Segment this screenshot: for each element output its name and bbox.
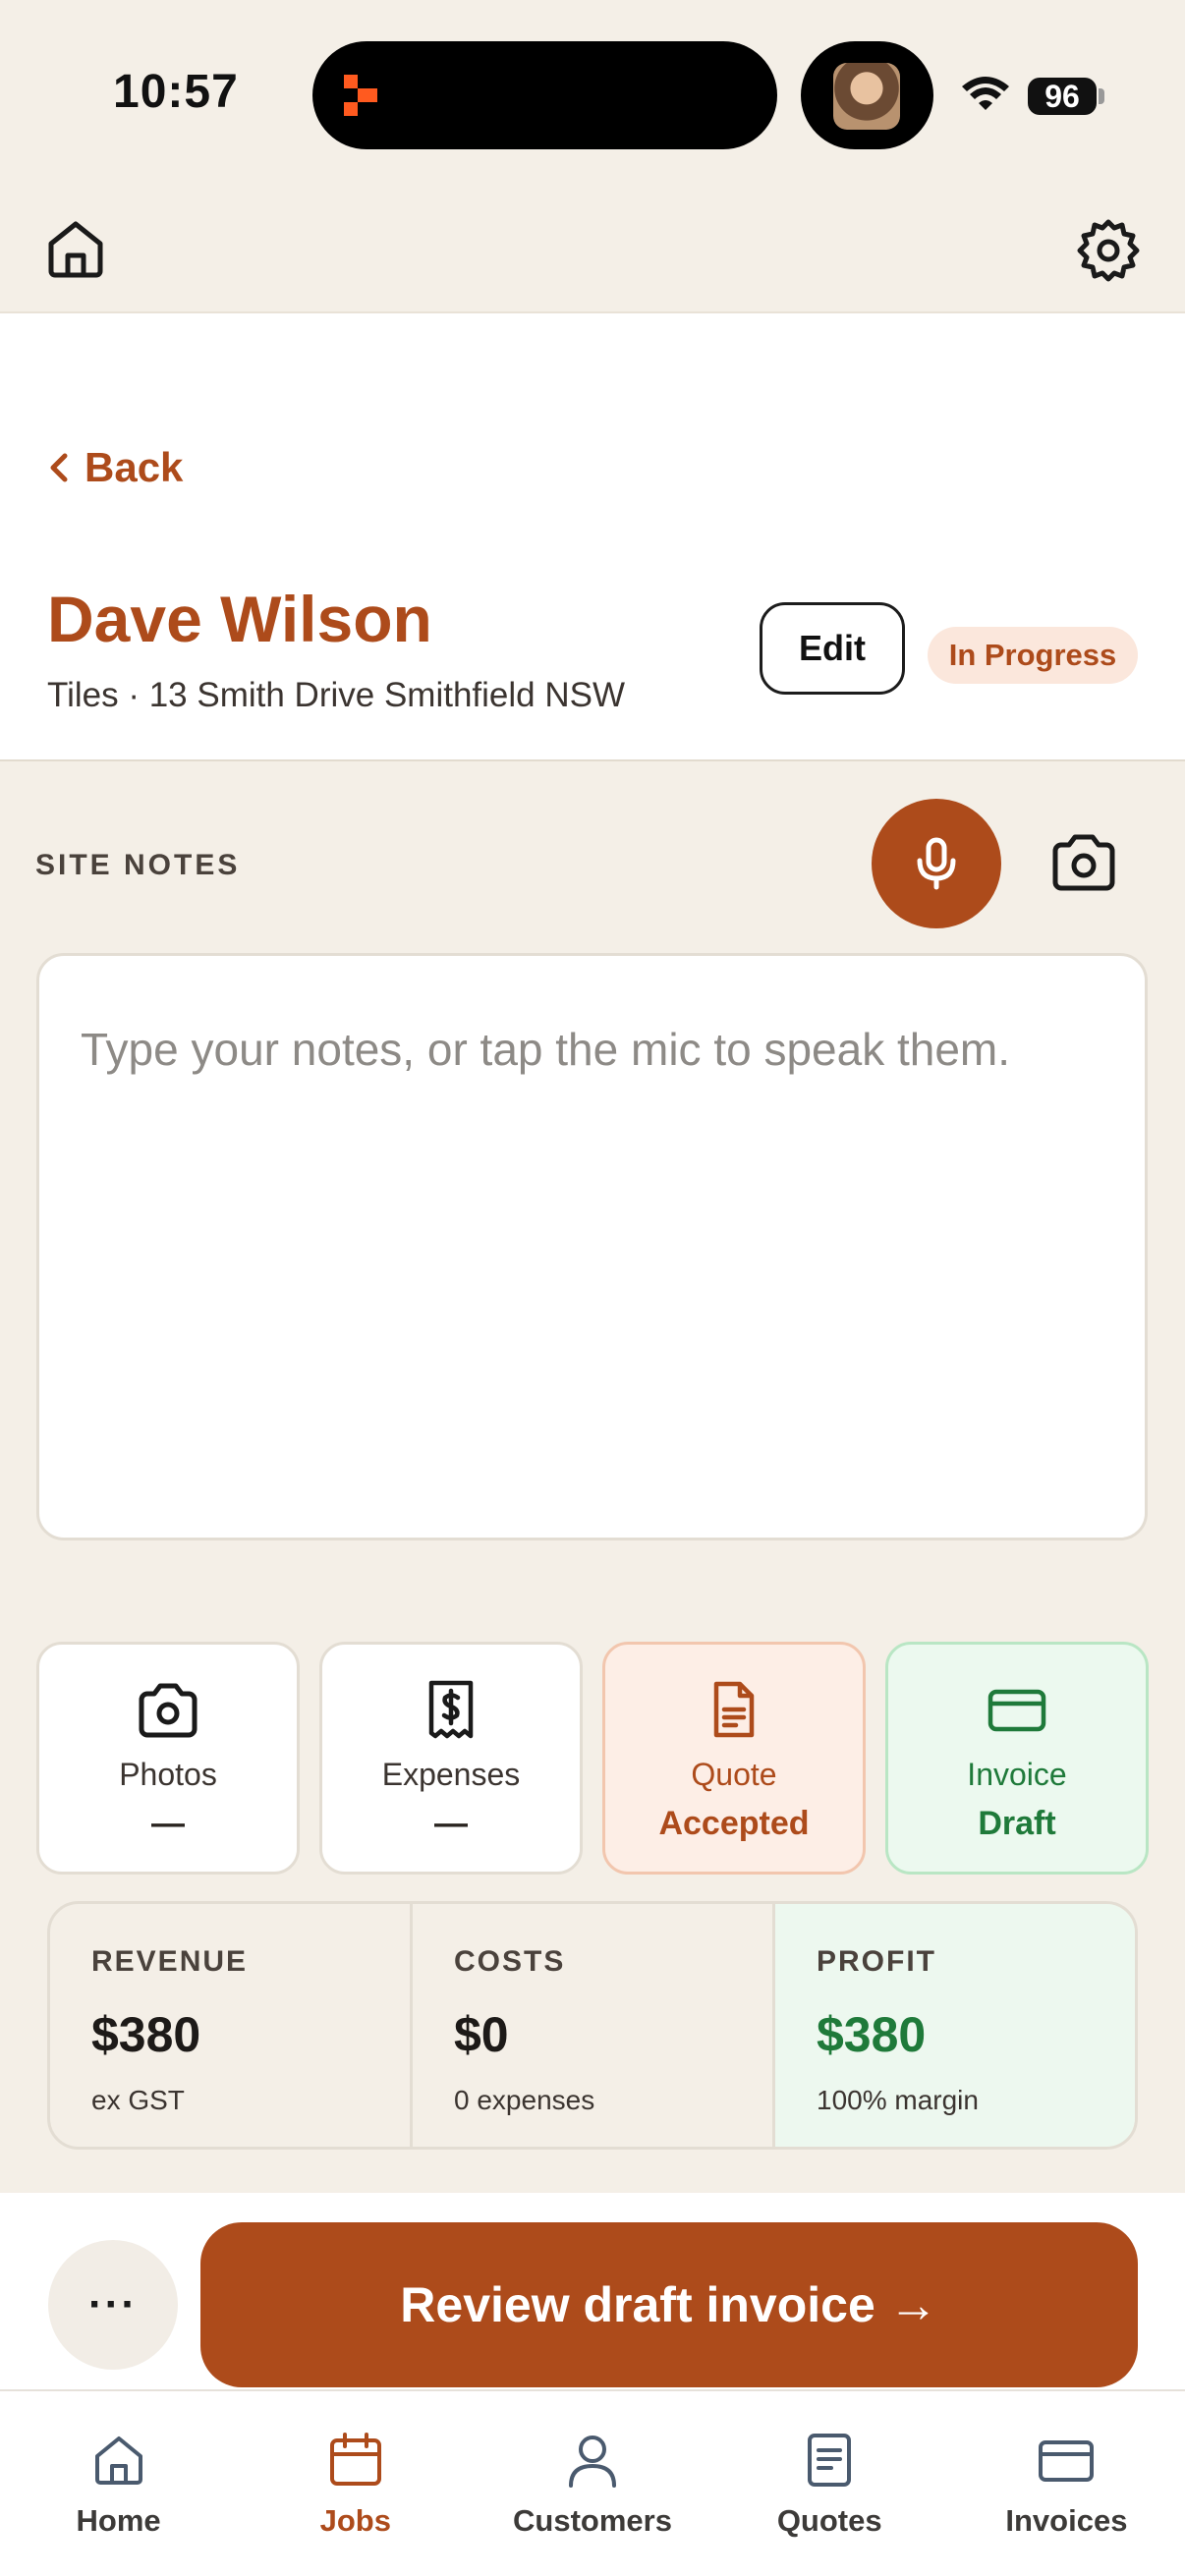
tab-label: Customers — [513, 2503, 672, 2538]
tab-jobs[interactable]: Jobs — [237, 2391, 474, 2576]
app-logo-icon — [344, 75, 377, 116]
document-icon — [713, 1681, 755, 1738]
financial-summary: REVENUE $380 ex GST COSTS $0 0 expenses … — [47, 1901, 1138, 2150]
tile-label: Quote — [691, 1757, 777, 1792]
job-subtitle: Tiles · 13 Smith Drive Smithfield NSW — [47, 676, 625, 714]
tile-value: Accepted — [658, 1805, 810, 1842]
battery-tip — [1099, 88, 1104, 104]
person-icon — [569, 2436, 616, 2488]
tile-value: — — [151, 1805, 185, 1842]
expenses-tile[interactable]: Expenses — — [319, 1642, 583, 1875]
stat-value: $0 — [454, 2007, 509, 2062]
review-invoice-button[interactable]: Review draft invoice → — [200, 2222, 1138, 2387]
microphone-icon — [917, 837, 956, 890]
more-button[interactable]: ··· — [48, 2240, 178, 2370]
home-icon — [94, 2436, 142, 2485]
stat-subtext: ex GST — [91, 2085, 185, 2115]
tab-customers[interactable]: Customers — [474, 2391, 710, 2576]
mic-button[interactable] — [872, 799, 1001, 928]
card-icon — [988, 1689, 1046, 1732]
live-activity — [801, 41, 933, 149]
tab-label: Home — [76, 2503, 161, 2538]
costs-stat: COSTS $0 0 expenses — [413, 1904, 775, 2147]
notes-textarea[interactable]: Type your notes, or tap the mic to speak… — [36, 953, 1148, 1540]
wifi-icon — [962, 77, 1009, 110]
quote-doc-icon — [808, 2434, 852, 2487]
tab-label: Quotes — [776, 2503, 882, 2538]
tile-value: Draft — [978, 1805, 1056, 1842]
page-title: Dave Wilson — [47, 583, 432, 655]
battery-indicator: 96 — [1028, 78, 1097, 115]
tab-quotes[interactable]: Quotes — [711, 2391, 948, 2576]
tile-label: Invoice — [967, 1757, 1067, 1792]
home-icon[interactable] — [43, 216, 108, 281]
photos-tile[interactable]: Photos — — [36, 1642, 300, 1875]
stat-subtext: 0 expenses — [454, 2085, 595, 2115]
back-label: Back — [85, 444, 184, 490]
dynamic-island — [312, 41, 777, 149]
status-badge: In Progress — [928, 627, 1138, 684]
status-time: 10:57 — [113, 66, 239, 118]
calendar-icon — [329, 2433, 381, 2486]
edit-button[interactable]: Edit — [760, 602, 905, 695]
tab-label: Invoices — [1005, 2503, 1128, 2538]
tab-bar: Home Jobs Customers Quotes Invoices — [0, 2389, 1185, 2576]
stat-subtext: 100% margin — [817, 2085, 979, 2115]
camera-icon[interactable] — [1049, 833, 1118, 894]
tile-label: Photos — [119, 1757, 217, 1792]
back-button[interactable]: Back — [47, 444, 183, 491]
tile-value: — — [434, 1805, 468, 1842]
card-icon — [1039, 2440, 1095, 2482]
stat-value: $380 — [817, 2007, 927, 2062]
revenue-stat: REVENUE $380 ex GST — [50, 1904, 413, 2147]
tab-label: Jobs — [319, 2503, 391, 2538]
site-notes-label: SITE NOTES — [35, 849, 241, 881]
stat-value: $380 — [91, 2007, 201, 2062]
stat-label: REVENUE — [91, 1945, 249, 1978]
tab-invoices[interactable]: Invoices — [948, 2391, 1185, 2576]
profit-stat: PROFIT $380 100% margin — [775, 1904, 1135, 2147]
avatar — [833, 63, 900, 130]
camera-icon — [139, 1683, 198, 1738]
stat-label: PROFIT — [817, 1945, 936, 1978]
quote-tile[interactable]: Quote Accepted — [602, 1642, 866, 1875]
receipt-icon — [428, 1680, 474, 1739]
gear-icon[interactable] — [1074, 216, 1143, 285]
invoice-tile[interactable]: Invoice Draft — [885, 1642, 1149, 1875]
tile-label: Expenses — [381, 1757, 521, 1792]
chevron-left-icon — [50, 453, 68, 482]
stat-label: COSTS — [454, 1945, 566, 1978]
tab-home[interactable]: Home — [0, 2391, 237, 2576]
